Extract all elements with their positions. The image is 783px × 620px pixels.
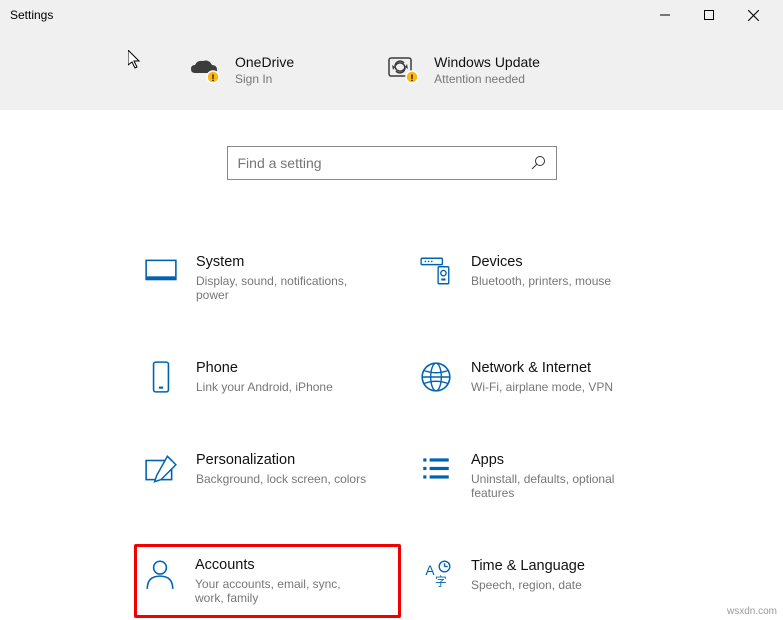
tile-title: Personalization bbox=[196, 452, 366, 468]
tile-sub: Bluetooth, printers, mouse bbox=[471, 274, 611, 288]
windows-update-title: Windows Update bbox=[434, 54, 540, 70]
tile-phone[interactable]: Phone Link your Android, iPhone bbox=[140, 356, 395, 398]
tile-apps[interactable]: Apps Uninstall, defaults, optional featu… bbox=[415, 448, 670, 504]
close-icon bbox=[748, 10, 759, 21]
tile-sub: Wi-Fi, airplane mode, VPN bbox=[471, 380, 613, 394]
tile-title: System bbox=[196, 254, 371, 270]
tile-system[interactable]: System Display, sound, notifications, po… bbox=[140, 250, 395, 306]
category-grid: System Display, sound, notifications, po… bbox=[140, 250, 783, 608]
tile-sub: Uninstall, defaults, optional features bbox=[471, 472, 646, 500]
minimize-button[interactable] bbox=[643, 0, 687, 30]
onedrive-sub: Sign In bbox=[235, 72, 294, 86]
window-controls bbox=[643, 0, 775, 30]
tile-title: Time & Language bbox=[471, 558, 585, 574]
tile-time-language[interactable]: A 字 Time & Language Speech, region, date bbox=[415, 554, 670, 608]
window-title: Settings bbox=[8, 8, 643, 22]
windows-update-icon: ! bbox=[384, 55, 420, 85]
svg-text:!: ! bbox=[212, 73, 215, 83]
windows-update-notice[interactable]: ! Windows Update Attention needed bbox=[384, 54, 540, 86]
tile-title: Apps bbox=[471, 452, 646, 468]
tile-sub: Display, sound, notifications, power bbox=[196, 274, 371, 302]
search-icon bbox=[530, 155, 546, 171]
tile-network[interactable]: Network & Internet Wi-Fi, airplane mode,… bbox=[415, 356, 670, 398]
personalization-icon bbox=[144, 452, 178, 486]
tile-accounts[interactable]: Accounts Your accounts, email, sync, wor… bbox=[134, 544, 401, 618]
tile-title: Accounts bbox=[195, 557, 370, 573]
svg-text:A: A bbox=[425, 562, 435, 578]
network-icon bbox=[419, 360, 453, 394]
tile-title: Network & Internet bbox=[471, 360, 613, 376]
accounts-icon bbox=[143, 557, 177, 591]
tile-sub: Your accounts, email, sync, work, family bbox=[195, 577, 370, 605]
tile-sub: Speech, region, date bbox=[471, 578, 585, 592]
maximize-icon bbox=[704, 10, 714, 20]
tile-personalization[interactable]: Personalization Background, lock screen,… bbox=[140, 448, 395, 504]
tile-title: Devices bbox=[471, 254, 611, 270]
minimize-icon bbox=[660, 10, 670, 20]
cursor-icon bbox=[128, 50, 144, 70]
time-language-icon: A 字 bbox=[419, 558, 453, 592]
search-input[interactable] bbox=[238, 155, 530, 171]
search-box[interactable] bbox=[227, 146, 557, 180]
tile-sub: Background, lock screen, colors bbox=[196, 472, 366, 486]
maximize-button[interactable] bbox=[687, 0, 731, 30]
header-band: ! OneDrive Sign In ! Windows Update Atte… bbox=[0, 30, 783, 110]
search-wrap bbox=[0, 146, 783, 180]
tile-sub: Link your Android, iPhone bbox=[196, 380, 333, 394]
devices-icon bbox=[419, 254, 453, 288]
svg-text:!: ! bbox=[411, 73, 414, 83]
title-bar: Settings bbox=[0, 0, 783, 30]
apps-icon bbox=[419, 452, 453, 486]
system-icon bbox=[144, 254, 178, 288]
tile-title: Phone bbox=[196, 360, 333, 376]
onedrive-notice[interactable]: ! OneDrive Sign In bbox=[185, 54, 294, 86]
svg-text:字: 字 bbox=[435, 575, 447, 589]
close-button[interactable] bbox=[731, 0, 775, 30]
phone-icon bbox=[144, 360, 178, 394]
onedrive-icon: ! bbox=[185, 55, 221, 85]
onedrive-title: OneDrive bbox=[235, 54, 294, 70]
watermark: wsxdn.com bbox=[727, 606, 777, 617]
tile-devices[interactable]: Devices Bluetooth, printers, mouse bbox=[415, 250, 670, 306]
windows-update-sub: Attention needed bbox=[434, 72, 540, 86]
